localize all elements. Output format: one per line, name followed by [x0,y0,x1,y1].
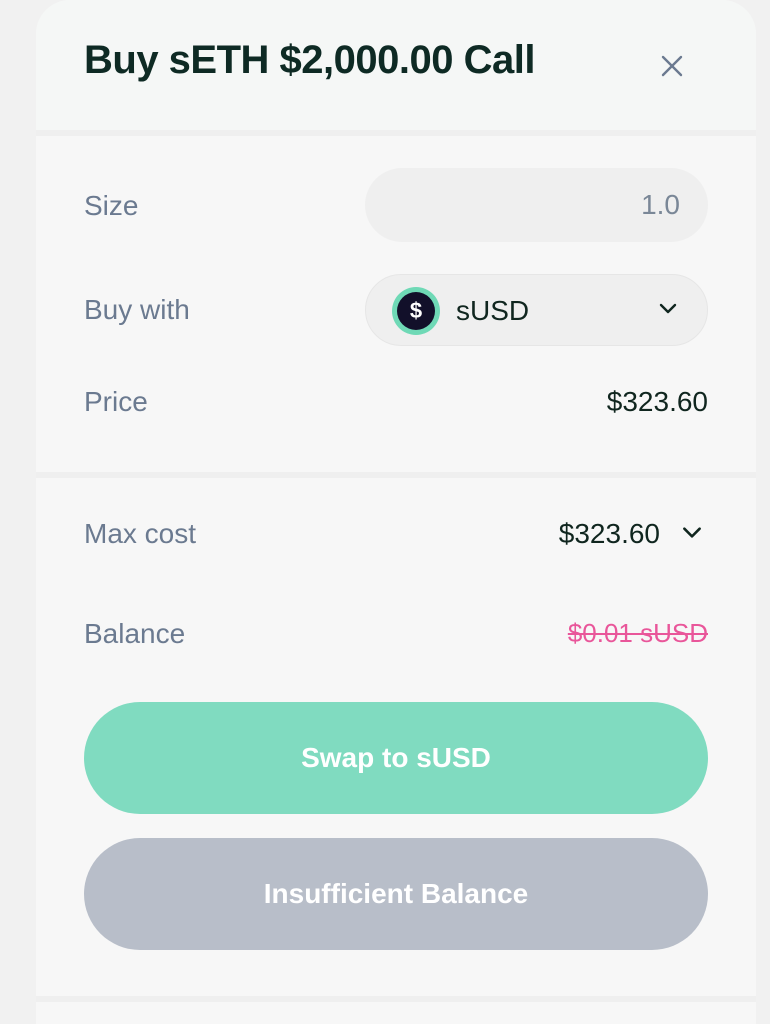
divider [36,996,756,1002]
token-select[interactable]: $ sUSD [365,274,708,346]
size-label: Size [84,190,139,221]
chevron-down-icon[interactable] [680,520,704,544]
insufficient-balance-button: Insufficient Balance [84,838,708,950]
divider [36,130,756,136]
modal-header: Buy sETH $2,000.00 Call [36,0,756,130]
dollar-coin-icon: $ [392,287,440,335]
close-icon [661,55,683,77]
token-select-value: sUSD [456,295,530,326]
balance-label: Balance [84,618,186,649]
swap-button[interactable]: Swap to sUSD [84,702,708,814]
trade-modal: Buy sETH $2,000.00 Call Size Buy with $ … [36,0,756,1024]
max-cost-label: Max cost [84,518,197,549]
balance-value: $0.01 sUSD [567,618,708,648]
max-cost-value: $323.60 [558,518,660,549]
close-button[interactable] [650,44,694,88]
price-value: $323.60 [606,386,708,417]
chevron-down-icon [659,303,677,314]
buy-with-label: Buy with [84,294,190,325]
size-input[interactable] [365,168,708,242]
price-label: Price [84,386,148,417]
modal-title: Buy sETH $2,000.00 Call [84,38,535,82]
divider [36,472,756,478]
